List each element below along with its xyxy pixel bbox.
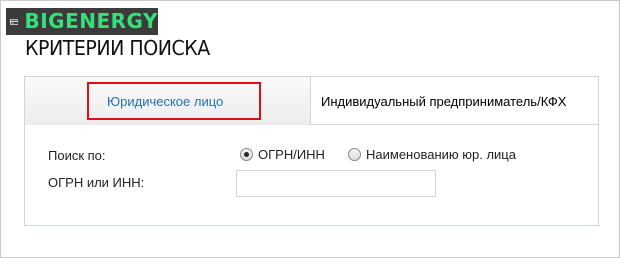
radio-ogrn-inn-label: ОГРН/ИНН (258, 147, 325, 162)
card-icon (10, 18, 19, 25)
radio-company-name[interactable]: Наименованию юр. лица (348, 147, 516, 162)
ogrn-inn-input[interactable] (236, 170, 436, 197)
tab-individual-entrepreneur-label: Индивидуальный предприниматель/КФХ (321, 94, 567, 109)
radio-company-name-label: Наименованию юр. лица (366, 147, 516, 162)
ogrn-inn-label: ОГРН или ИНН: (48, 175, 145, 190)
tab-legal-entity[interactable]: Юридическое лицо (25, 77, 311, 125)
tab-individual-entrepreneur[interactable]: Индивидуальный предприниматель/КФХ (311, 77, 598, 125)
search-criteria-panel: Юридическое лицо Индивидуальный предприн… (24, 76, 599, 226)
logo-text: BIGENERGY (24, 9, 158, 33)
highlight-annotation (87, 82, 261, 120)
search-by-label: Поиск по: (48, 148, 106, 163)
bigenergy-logo: BIGENERGY (6, 8, 158, 35)
tab-bar: Юридическое лицо Индивидуальный предприн… (25, 77, 598, 125)
radio-company-name-control[interactable] (348, 148, 361, 161)
radio-ogrn-inn[interactable]: ОГРН/ИНН (240, 147, 325, 162)
page-title: КРИТЕРИИ ПОИСКА (25, 36, 210, 60)
radio-ogrn-inn-control[interactable] (240, 148, 253, 161)
